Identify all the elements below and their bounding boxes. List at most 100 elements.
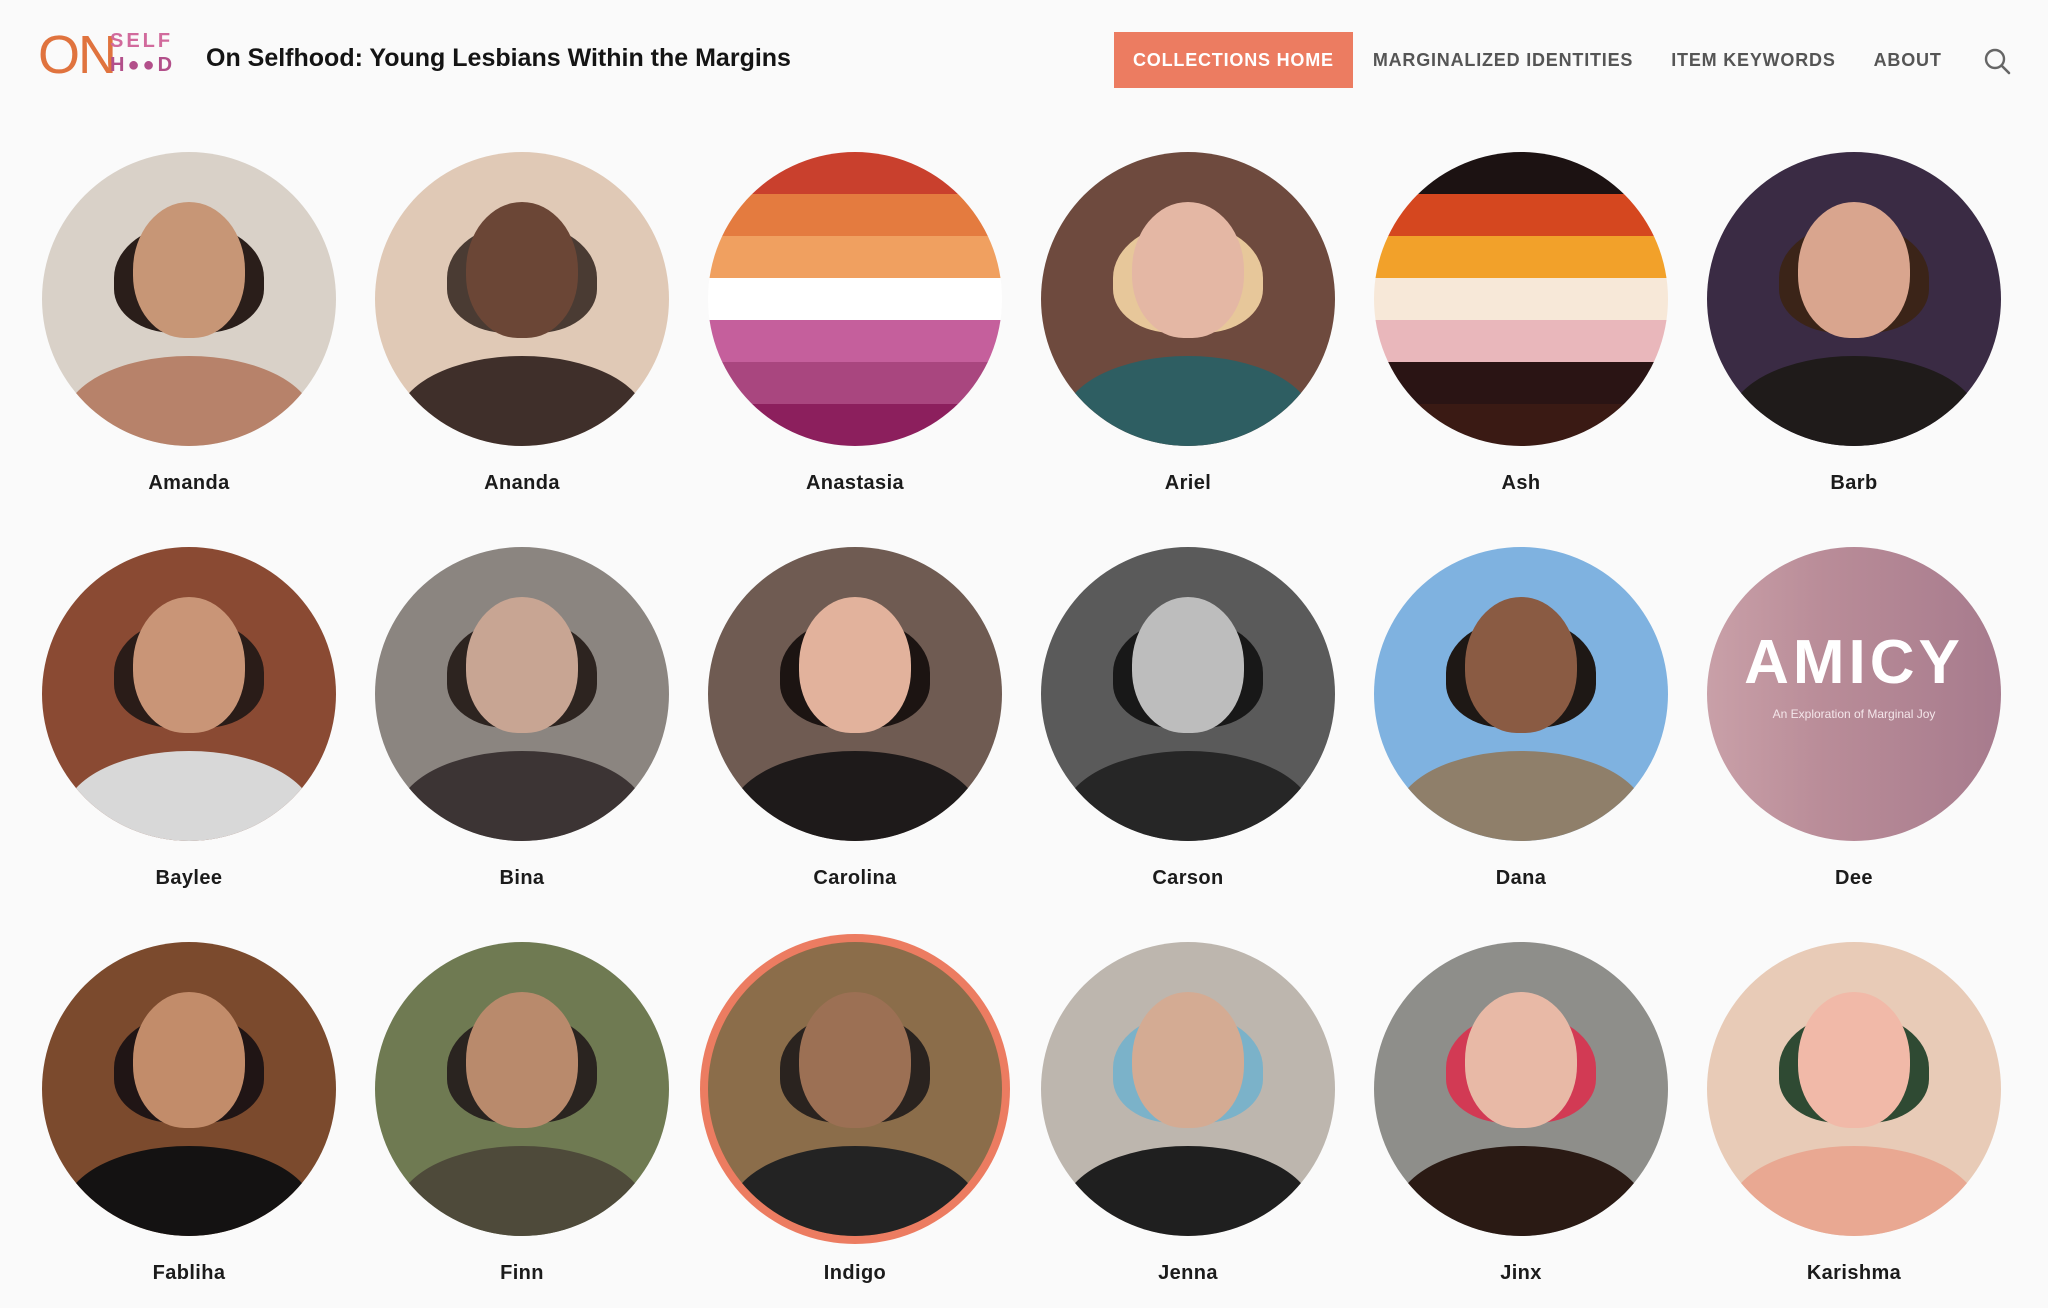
flag-image — [708, 152, 1002, 446]
portrait-body — [397, 1146, 647, 1236]
portrait-face — [1132, 991, 1244, 1128]
person-photo[interactable] — [1374, 547, 1668, 841]
portrait-face — [1132, 596, 1244, 733]
portrait-body — [397, 356, 647, 446]
person-photo[interactable] — [42, 152, 336, 446]
portrait-body — [64, 1146, 314, 1236]
portrait-face — [1465, 596, 1577, 733]
person-name[interactable]: Carson — [1022, 867, 1354, 890]
person-name[interactable]: Bina — [356, 867, 688, 890]
person-photo[interactable] — [375, 547, 669, 841]
person-name[interactable]: Indigo — [689, 1262, 1021, 1285]
person-card[interactable]: Fabliha — [23, 942, 355, 1285]
portrait-body — [1396, 1146, 1646, 1236]
person-card[interactable]: Carson — [1022, 547, 1354, 890]
portrait-body — [64, 356, 314, 446]
person-card[interactable]: Jenna — [1022, 942, 1354, 1285]
person-card[interactable]: Amanda — [23, 152, 355, 495]
person-name[interactable]: Fabliha — [23, 1262, 355, 1285]
portrait-body — [730, 751, 980, 841]
person-name[interactable]: Dee — [1688, 867, 2020, 890]
person-card[interactable]: Ananda — [356, 152, 688, 495]
flag-stripe — [708, 194, 1002, 236]
person-card[interactable]: Baylee — [23, 547, 355, 890]
person-card[interactable]: Karishma — [1688, 942, 2020, 1285]
portrait-face — [799, 596, 911, 733]
person-card[interactable]: AMICY An Exploration of Marginal Joy Dee — [1688, 547, 2020, 890]
flag-stripe — [1374, 236, 1668, 278]
portrait-face — [799, 991, 911, 1128]
person-photo[interactable] — [1041, 942, 1335, 1236]
portrait-body — [1396, 751, 1646, 841]
person-card[interactable]: Anastasia — [689, 152, 1021, 495]
person-card[interactable]: Finn — [356, 942, 688, 1285]
portrait-face — [133, 596, 245, 733]
flag-stripe — [708, 236, 1002, 278]
person-name[interactable]: Baylee — [23, 867, 355, 890]
person-photo[interactable] — [1041, 547, 1335, 841]
portrait-body — [64, 751, 314, 841]
person-card[interactable]: Jinx — [1355, 942, 1687, 1285]
person-name[interactable]: Anastasia — [689, 472, 1021, 495]
person-photo[interactable] — [1707, 942, 2001, 1236]
flag-stripe — [708, 152, 1002, 194]
person-card[interactable]: Ariel — [1022, 152, 1354, 495]
portrait-face — [1798, 201, 1910, 338]
amicy-title: AMICY — [1744, 628, 1964, 697]
portrait-face — [133, 201, 245, 338]
person-card[interactable]: Dana — [1355, 547, 1687, 890]
person-photo[interactable] — [42, 942, 336, 1236]
amicy-subtitle: An Exploration of Marginal Joy — [1772, 707, 1936, 721]
person-name[interactable]: Jenna — [1022, 1262, 1354, 1285]
flag-stripe — [1374, 404, 1668, 446]
person-name[interactable]: Barb — [1688, 472, 2020, 495]
portrait-body — [1063, 1146, 1313, 1236]
portrait-face — [466, 596, 578, 733]
person-photo[interactable] — [708, 152, 1002, 446]
portrait-body — [1729, 1146, 1979, 1236]
person-name[interactable]: Karishma — [1688, 1262, 2020, 1285]
person-photo[interactable] — [1374, 942, 1668, 1236]
portrait-body — [1063, 751, 1313, 841]
portrait-face — [466, 991, 578, 1128]
portrait-face — [1798, 991, 1910, 1128]
person-card[interactable]: Bina — [356, 547, 688, 890]
person-name[interactable]: Carolina — [689, 867, 1021, 890]
person-name[interactable]: Amanda — [23, 472, 355, 495]
flag-stripe — [708, 320, 1002, 362]
person-photo[interactable] — [1374, 152, 1668, 446]
flag-image — [1374, 152, 1668, 446]
person-photo[interactable]: AMICY An Exploration of Marginal Joy — [1707, 547, 2001, 841]
flag-stripe — [1374, 194, 1668, 236]
person-name[interactable]: Ariel — [1022, 472, 1354, 495]
person-name[interactable]: Ash — [1355, 472, 1687, 495]
flag-stripe — [708, 404, 1002, 446]
flag-stripe — [1374, 320, 1668, 362]
flag-stripe — [708, 278, 1002, 320]
person-photo[interactable] — [708, 547, 1002, 841]
person-photo[interactable] — [708, 942, 1002, 1236]
person-name[interactable]: Finn — [356, 1262, 688, 1285]
person-name[interactable]: Ananda — [356, 472, 688, 495]
person-photo[interactable] — [42, 547, 336, 841]
portrait-body — [397, 751, 647, 841]
person-name[interactable]: Jinx — [1355, 1262, 1687, 1285]
people-grid: Amanda Ananda Anastasia Ariel Ash Barb Baylee B… — [0, 0, 2048, 1308]
person-card[interactable]: Barb — [1688, 152, 2020, 495]
portrait-face — [466, 201, 578, 338]
portrait-face — [1132, 201, 1244, 338]
person-photo[interactable] — [1707, 152, 2001, 446]
flag-stripe — [1374, 152, 1668, 194]
person-card[interactable]: Ash — [1355, 152, 1687, 495]
portrait-body — [730, 1146, 980, 1236]
person-photo[interactable] — [375, 152, 669, 446]
person-name[interactable]: Dana — [1355, 867, 1687, 890]
person-card[interactable]: Indigo — [689, 942, 1021, 1285]
flag-stripe — [1374, 362, 1668, 404]
portrait-body — [1729, 356, 1979, 446]
person-card[interactable]: Carolina — [689, 547, 1021, 890]
person-photo[interactable] — [1041, 152, 1335, 446]
person-photo[interactable] — [375, 942, 669, 1236]
portrait-body — [1063, 356, 1313, 446]
portrait-face — [1465, 991, 1577, 1128]
